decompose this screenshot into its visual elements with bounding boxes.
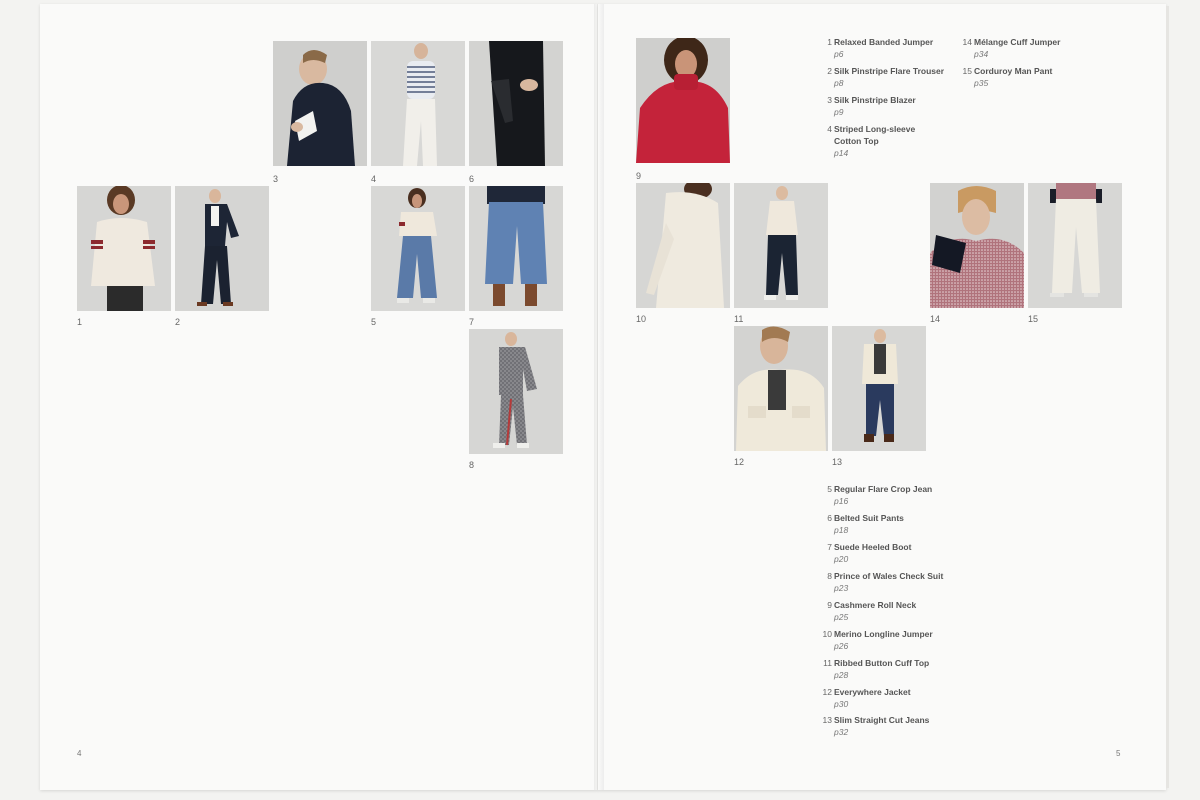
photo-caption: 4 bbox=[371, 174, 377, 184]
photo-5[interactable] bbox=[371, 186, 465, 311]
index-number: 1 bbox=[827, 37, 832, 47]
index-page: p20 bbox=[834, 554, 849, 564]
photo-12[interactable] bbox=[734, 326, 828, 451]
photo-7[interactable] bbox=[469, 186, 563, 311]
photo-6[interactable] bbox=[469, 41, 563, 166]
index-number: 3 bbox=[827, 95, 832, 105]
photo-caption: 13 bbox=[832, 457, 843, 467]
photo-1[interactable] bbox=[77, 186, 171, 311]
index-page: p30 bbox=[834, 699, 849, 709]
index-number: 2 bbox=[827, 66, 832, 76]
index-number: 14 bbox=[962, 37, 972, 47]
index-title: Striped Long-sleeve bbox=[834, 124, 916, 134]
index-title: Mélange Cuff Jumper bbox=[974, 37, 1061, 47]
index-number: 6 bbox=[827, 513, 832, 523]
index-title: Relaxed Banded Jumper bbox=[834, 37, 934, 47]
index-number: 12 bbox=[822, 687, 832, 697]
index-number: 13 bbox=[822, 715, 832, 725]
magazine-spread: 3 4 6 1 2 5 7 8 4 9 10 11 14 15 12 13 1 … bbox=[0, 0, 1200, 800]
index-page: p14 bbox=[834, 148, 849, 158]
photo-11[interactable] bbox=[734, 183, 828, 308]
index-page: p28 bbox=[834, 670, 849, 680]
index-number: 5 bbox=[827, 484, 832, 494]
index-title: Prince of Wales Check Suit bbox=[834, 571, 944, 581]
index-number: 11 bbox=[823, 658, 832, 668]
photo-caption: 9 bbox=[636, 171, 642, 181]
index-number: 10 bbox=[822, 629, 832, 639]
index-title: Silk Pinstripe Blazer bbox=[834, 95, 916, 105]
index-number: 8 bbox=[827, 571, 832, 581]
photo-9[interactable] bbox=[636, 38, 730, 163]
index-page: p18 bbox=[834, 525, 849, 535]
index-title: Suede Heeled Boot bbox=[834, 542, 912, 552]
index-page: p8 bbox=[834, 78, 844, 88]
photo-caption: 7 bbox=[469, 317, 475, 327]
photo-caption: 12 bbox=[734, 457, 745, 467]
page-number-left: 4 bbox=[77, 749, 82, 758]
index-number: 4 bbox=[827, 124, 832, 134]
photo-caption: 2 bbox=[175, 317, 181, 327]
photo-3[interactable] bbox=[273, 41, 367, 166]
index-page: p35 bbox=[974, 78, 989, 88]
photo-4[interactable] bbox=[371, 41, 465, 166]
photo-8[interactable] bbox=[469, 329, 563, 454]
index-page: p32 bbox=[834, 727, 849, 737]
index-page: p34 bbox=[974, 49, 989, 59]
photo-caption: 14 bbox=[930, 314, 941, 324]
photo-13[interactable] bbox=[832, 326, 926, 451]
index-page: p26 bbox=[834, 641, 849, 651]
index-page: p23 bbox=[834, 583, 849, 593]
index-number: 7 bbox=[827, 542, 832, 552]
photo-caption: 15 bbox=[1028, 314, 1039, 324]
photo-15[interactable] bbox=[1028, 183, 1122, 308]
index-title: Belted Suit Pants bbox=[834, 513, 904, 523]
index-title: Slim Straight Cut Jeans bbox=[834, 715, 930, 725]
index-title: Corduroy Man Pant bbox=[974, 66, 1053, 76]
index-number: 15 bbox=[962, 66, 972, 76]
index-title: Everywhere Jacket bbox=[834, 687, 911, 697]
index-page: p6 bbox=[834, 49, 844, 59]
index-page: p25 bbox=[834, 612, 849, 622]
gutter bbox=[594, 4, 604, 790]
index-title: Cashmere Roll Neck bbox=[834, 600, 917, 610]
index-title: Regular Flare Crop Jean bbox=[834, 484, 933, 494]
photo-caption: 8 bbox=[469, 460, 475, 470]
photo-caption: 11 bbox=[734, 314, 744, 324]
photo-caption: 10 bbox=[636, 314, 647, 324]
photo-caption: 1 bbox=[77, 317, 83, 327]
photo-14[interactable] bbox=[930, 183, 1024, 308]
photo-caption: 5 bbox=[371, 317, 377, 327]
index-title: Ribbed Button Cuff Top bbox=[834, 658, 930, 668]
page-number-right: 5 bbox=[1116, 749, 1121, 758]
photo-10[interactable] bbox=[636, 183, 730, 308]
index-number: 9 bbox=[827, 600, 832, 610]
photo-caption: 6 bbox=[469, 174, 475, 184]
page-edge bbox=[1166, 6, 1169, 788]
photo-2[interactable] bbox=[175, 186, 269, 311]
index-title-line2: Cotton Top bbox=[834, 136, 879, 146]
index-page: p16 bbox=[834, 496, 849, 506]
index-page: p9 bbox=[834, 107, 844, 117]
index-title: Silk Pinstripe Flare Trouser bbox=[834, 66, 945, 76]
photo-caption: 3 bbox=[273, 174, 279, 184]
index-title: Merino Longline Jumper bbox=[834, 629, 933, 639]
